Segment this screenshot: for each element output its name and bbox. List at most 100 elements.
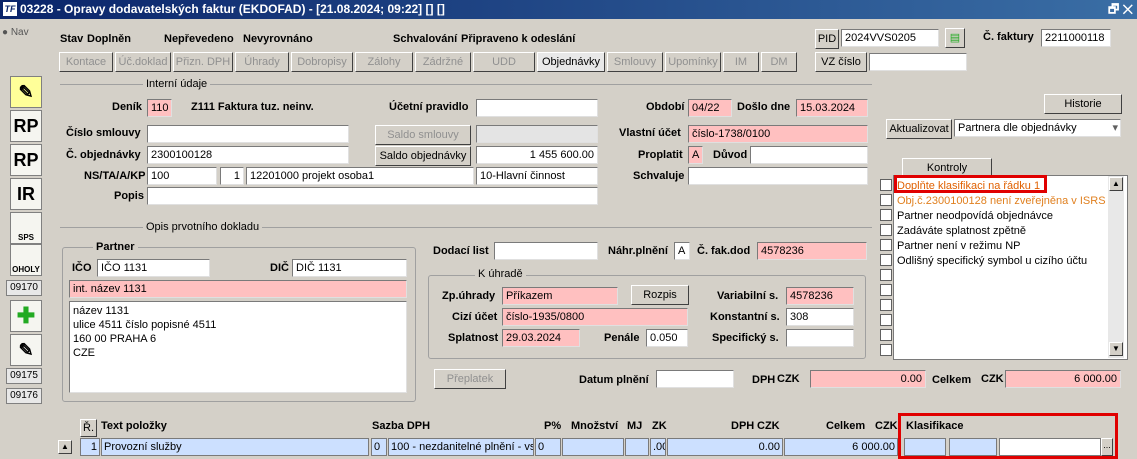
- neprevedeno-label: Nepřevedeno: [164, 33, 234, 45]
- proplatit-label: Proplatit: [638, 149, 683, 161]
- c-objednavky-label: Č. objednávky: [66, 149, 141, 161]
- kontrola-checkbox[interactable]: [880, 329, 892, 341]
- edit-hand-icon[interactable]: ✎: [10, 76, 42, 108]
- schvaluje-field[interactable]: [688, 167, 868, 185]
- num-09175[interactable]: 09175: [6, 368, 42, 384]
- tab-objednavky[interactable]: Objednávky: [537, 52, 605, 72]
- tab-dm[interactable]: DM: [761, 52, 797, 72]
- dodaci-list-label: Dodací list: [433, 245, 489, 257]
- kontrola-checkbox[interactable]: [880, 179, 892, 191]
- specificky-field[interactable]: [786, 329, 854, 347]
- dodaci-list-field[interactable]: [494, 242, 598, 260]
- duvod-field[interactable]: [750, 146, 868, 164]
- row-text[interactable]: Provozní služby: [101, 438, 369, 456]
- saldo-objednavky-button[interactable]: Saldo objednávky: [375, 146, 471, 166]
- sps-icon[interactable]: SPS: [10, 212, 42, 244]
- row-mnozstvi[interactable]: [562, 438, 624, 456]
- c-objednavky-field[interactable]: 2300100128: [147, 146, 349, 164]
- num-09176[interactable]: 09176: [6, 388, 42, 404]
- tab-dobropisy[interactable]: Dobropisy: [291, 52, 353, 72]
- kontrola-checkbox[interactable]: [880, 194, 892, 206]
- c-fak-dod-field[interactable]: 4578236: [757, 242, 867, 260]
- row-zk[interactable]: .00: [650, 438, 666, 456]
- splatnost-field[interactable]: 29.03.2024: [502, 329, 580, 347]
- nav-button[interactable]: ● Nav: [2, 27, 40, 43]
- kontrola-checkbox[interactable]: [880, 284, 892, 296]
- scroll-up-icon[interactable]: ▲: [1109, 177, 1123, 191]
- kontrola-checkbox[interactable]: [880, 239, 892, 251]
- kontroly-scrollbar[interactable]: ▲ ▼: [1108, 176, 1124, 358]
- kontrola-checkbox[interactable]: [880, 254, 892, 266]
- kontrola-checkbox[interactable]: [880, 209, 892, 221]
- cislo-smlouvy-field[interactable]: [147, 125, 349, 143]
- vlastni-ucet-field[interactable]: číslo-1738/0100: [688, 125, 868, 143]
- aktualizovat-select[interactable]: Partnera dle objednávky ▾: [954, 119, 1121, 137]
- pid-save-icon[interactable]: ▤: [945, 28, 965, 48]
- edit-hand-icon-2[interactable]: ✎: [10, 334, 42, 366]
- vz-cislo-field[interactable]: [869, 53, 967, 71]
- int-nazev-field[interactable]: int. název 1131: [69, 280, 407, 298]
- kontrola-checkbox[interactable]: [880, 299, 892, 311]
- tab-kontace[interactable]: Kontace: [59, 52, 113, 72]
- variabilni-field[interactable]: 4578236: [786, 287, 854, 305]
- num-09170[interactable]: 09170: [6, 280, 42, 296]
- tab-udd[interactable]: UDD: [473, 52, 535, 72]
- duvod-label: Důvod: [713, 149, 748, 161]
- tab-prizn-dph[interactable]: Přizn. DPH: [173, 52, 233, 72]
- oholy-icon[interactable]: OHOLY: [10, 244, 42, 276]
- row-mj[interactable]: [625, 438, 649, 456]
- scroll-down-icon[interactable]: ▼: [1109, 342, 1123, 356]
- scroll-up-icon[interactable]: ▲: [58, 440, 72, 454]
- row-dph[interactable]: 0.00: [667, 438, 783, 456]
- saldo-smlouvy-button[interactable]: Saldo smlouvy: [375, 125, 471, 145]
- address-field[interactable]: název 1131 ulice 4511 číslo popisné 4511…: [69, 301, 407, 393]
- row-p[interactable]: 0: [535, 438, 561, 456]
- ico-field[interactable]: IČO 1131: [97, 259, 210, 277]
- tab-uc-doklad[interactable]: Úč.doklad: [115, 52, 171, 72]
- rp-cz-icon[interactable]: RP: [10, 110, 42, 142]
- row-sazba-code[interactable]: 0: [371, 438, 387, 456]
- cizi-ucet-field[interactable]: číslo-1935/0800: [502, 308, 688, 326]
- ir-cz-icon[interactable]: IR: [10, 178, 42, 210]
- faktura-field[interactable]: 2211000118: [1041, 29, 1111, 47]
- proplatit-field[interactable]: A: [688, 146, 703, 164]
- row-celkem[interactable]: 6 000.00: [784, 438, 898, 456]
- doslo-field[interactable]: 15.03.2024: [796, 99, 868, 117]
- add-icon[interactable]: ✚: [10, 300, 42, 332]
- nahr-plneni-field[interactable]: A: [674, 242, 690, 260]
- window-controls[interactable]: 🗗 ✕: [1108, 0, 1133, 19]
- rozpis-button[interactable]: Rozpis: [631, 285, 689, 305]
- popis-field[interactable]: [147, 187, 598, 205]
- row-sazba-text[interactable]: 100 - nezdanitelné plnění - vs: [388, 438, 534, 456]
- tab-zalohy[interactable]: Zálohy: [355, 52, 413, 72]
- vz-cislo-button[interactable]: VZ číslo: [815, 52, 867, 72]
- dic-field[interactable]: DIČ 1131: [292, 259, 407, 277]
- konstantni-field[interactable]: 308: [786, 308, 854, 326]
- kp-field[interactable]: 10-Hlavní činnost: [476, 167, 598, 185]
- rp-eu-icon[interactable]: RP: [10, 144, 42, 176]
- tab-smlouvy[interactable]: Smlouvy: [607, 52, 663, 72]
- ta-field[interactable]: 1: [220, 167, 244, 185]
- datum-plneni-field[interactable]: [656, 370, 734, 388]
- tab-im[interactable]: IM: [723, 52, 759, 72]
- zp-uhrady-field[interactable]: Příkazem: [502, 287, 618, 305]
- kontrola-checkbox[interactable]: [880, 224, 892, 236]
- historie-button[interactable]: Historie: [1044, 94, 1122, 114]
- penale-field[interactable]: 0.050: [646, 329, 688, 347]
- a-field[interactable]: 12201000 projekt osoba1: [246, 167, 474, 185]
- preplatek-button[interactable]: Přeplatek: [434, 369, 506, 389]
- row-header-button[interactable]: Ř.: [80, 419, 97, 437]
- pid-button[interactable]: PID: [815, 29, 839, 49]
- kontrola-checkbox[interactable]: [880, 314, 892, 326]
- tab-uhrady[interactable]: Úhrady: [235, 52, 289, 72]
- kontrola-checkbox[interactable]: [880, 344, 892, 356]
- aktualizovat-button[interactable]: Aktualizovat: [886, 119, 952, 139]
- obdobi-field[interactable]: 04/22: [688, 99, 732, 117]
- kontrola-checkbox[interactable]: [880, 269, 892, 281]
- denik-field[interactable]: 110: [147, 99, 172, 117]
- tab-zadrzne[interactable]: Zádržné: [415, 52, 471, 72]
- tab-upominky[interactable]: Upomínky: [665, 52, 721, 72]
- pid-field[interactable]: 2024VVS0205: [841, 29, 939, 47]
- ucetni-pravidlo-field[interactable]: [476, 99, 598, 117]
- ns-field[interactable]: 100: [147, 167, 217, 185]
